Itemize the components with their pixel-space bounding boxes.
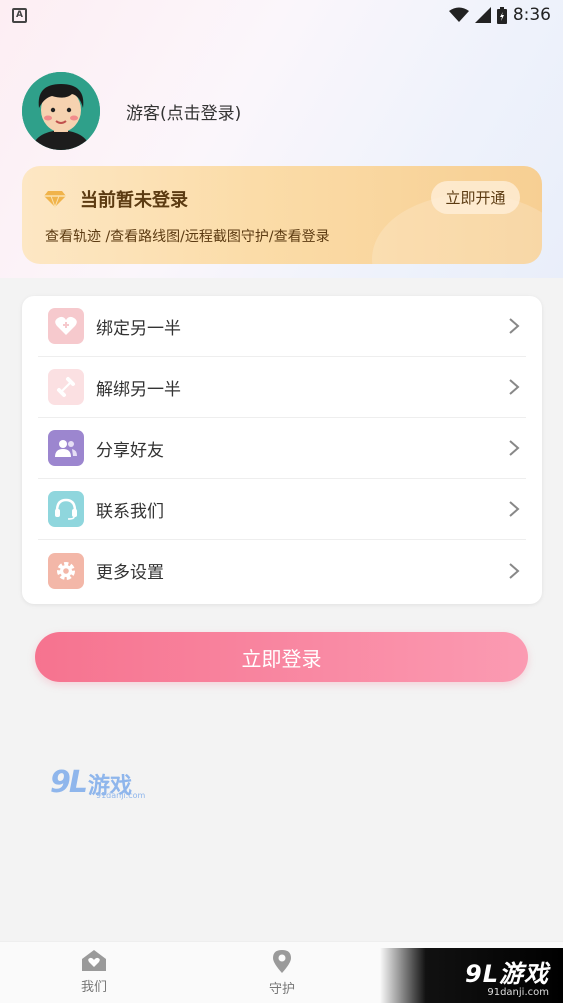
vip-card[interactable]: 当前暂未登录 查看轨迹 /查看路线图/远程截图守护/查看登录 立即开通 [22,166,542,264]
corner-logo-main: 9L游戏 [465,959,549,988]
battery-icon [496,6,507,24]
chevron-right-icon [509,562,520,579]
notification-icon: A [12,7,27,23]
signal-icon [474,7,491,23]
avatar-illustration [22,72,100,150]
menu-item-label: 更多设置 [96,563,164,583]
tab-guard[interactable]: 守护 [242,948,322,997]
wifi-icon [448,7,469,22]
heart-bind-icon [48,308,84,344]
tab-label: 守护 [268,982,295,997]
menu-item-bind-partner[interactable]: 绑定另一半 [38,296,526,357]
menu-item-label: 联系我们 [96,501,164,522]
headset-icon [48,491,84,527]
vip-title: 当前暂未登录 [80,190,188,211]
chevron-right-icon [509,318,520,334]
profile-section[interactable]: 游客(点击登录) [22,72,241,150]
login-prompt[interactable]: 游客(点击登录) [126,99,241,124]
activate-now-button[interactable]: 立即开通 [431,181,520,214]
tab-label: 我们 [80,980,107,995]
menu-item-label: 绑定另一半 [96,318,181,339]
menu-item-share-friends[interactable]: 分享好友 [38,418,526,479]
unlink-icon [48,369,84,405]
tab-us[interactable]: 我们 [54,948,134,995]
watermark-url: 91danji.com [96,791,146,800]
login-button[interactable]: 立即登录 [35,632,528,682]
corner-logo-url: 91danji.com [487,986,549,998]
menu-item-label: 解绑另一半 [96,379,181,400]
chevron-right-icon [509,501,520,517]
status-time: 8:36 [512,5,551,25]
users-icon [48,430,84,466]
corner-watermark: 9L游戏 91danji.com [380,948,563,1003]
chevron-right-icon [509,379,520,395]
location-pin-icon [273,950,291,973]
watermark-logo: 9L 游戏 91danji.com [50,765,145,800]
menu-item-contact-us[interactable]: 联系我们 [38,479,526,540]
home-heart-icon [82,950,106,971]
avatar[interactable] [22,72,100,150]
watermark-big: 9L [50,765,88,800]
status-bar: A 8:36 [0,0,563,30]
menu-item-unbind-partner[interactable]: 解绑另一半 [38,357,526,418]
chevron-right-icon [509,440,520,456]
gear-icon [48,552,84,589]
vip-description: 查看轨迹 /查看路线图/远程截图守护/查看登录 [45,229,330,245]
menu-item-more-settings[interactable]: 更多设置 [38,540,526,601]
menu-card: 绑定另一半 解绑另一半 分享好友 联系我们 更多设置 [22,296,542,604]
menu-item-label: 分享好友 [96,440,164,461]
diamond-icon [44,191,66,208]
